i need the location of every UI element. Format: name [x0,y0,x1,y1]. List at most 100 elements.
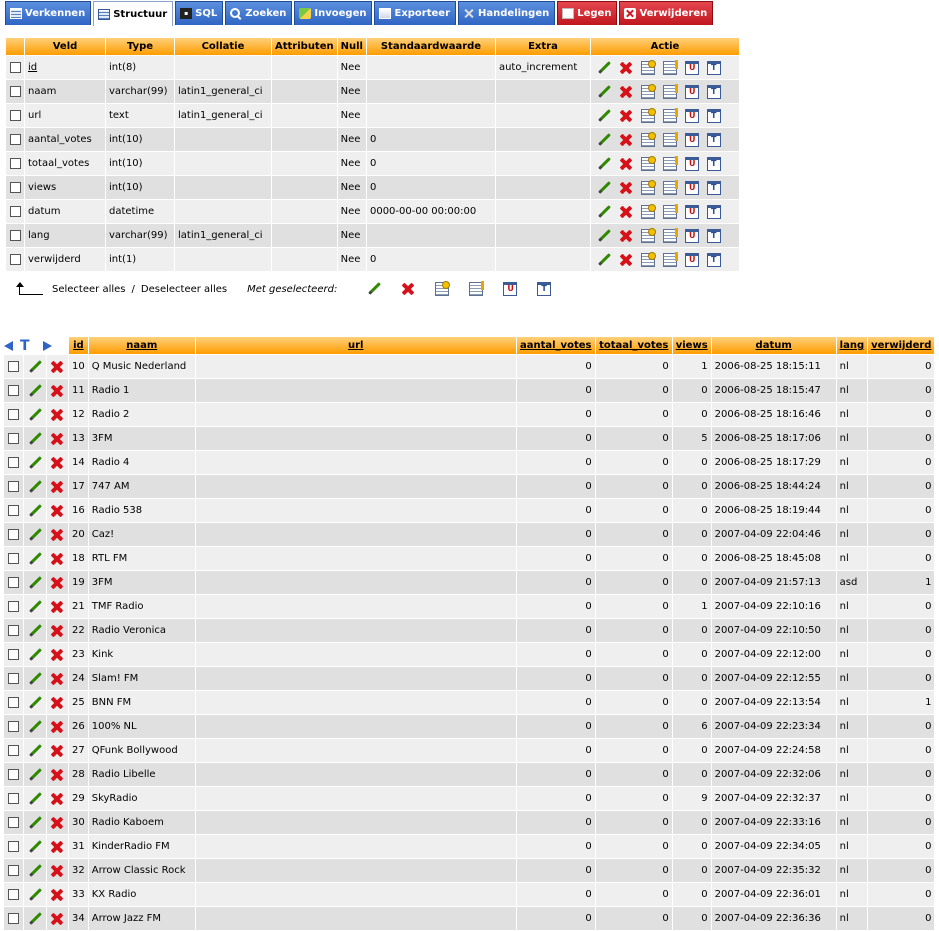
primary-key-icon[interactable] [640,251,656,267]
row-checkbox[interactable] [8,912,20,924]
fulltext-icon[interactable] [706,180,721,195]
index-icon[interactable] [662,203,678,219]
row-checkbox[interactable] [8,816,20,828]
row-checkbox[interactable] [8,744,20,756]
delete-icon[interactable] [50,600,64,614]
header-datum[interactable]: datum [711,337,836,354]
row-checkbox[interactable] [9,157,21,169]
edit-icon[interactable] [28,840,42,854]
edit-icon[interactable] [28,504,42,518]
row-checkbox[interactable] [9,253,21,265]
row-checkbox[interactable] [8,672,20,684]
index-icon[interactable] [662,251,678,267]
row-checkbox[interactable] [8,792,20,804]
row-checkbox[interactable] [8,624,20,636]
delete-icon[interactable] [50,696,64,710]
row-checkbox[interactable] [8,432,20,444]
edit-icon[interactable] [28,816,42,830]
row-checkbox[interactable] [9,133,21,145]
row-checkbox[interactable] [9,181,21,193]
edit-icon[interactable] [28,864,42,878]
index-icon[interactable] [662,155,678,171]
row-checkbox[interactable] [8,648,20,660]
delete-icon[interactable] [50,816,64,830]
edit-icon[interactable] [28,480,42,494]
fulltext-icon[interactable] [706,132,721,147]
deselect-all-link[interactable]: Deselecteer alles [141,284,227,295]
delete-selected-icon[interactable] [401,282,415,296]
delete-icon[interactable] [50,624,64,638]
index-selected-icon[interactable] [469,281,485,296]
unique-icon[interactable] [684,84,699,99]
index-icon[interactable] [662,227,678,243]
primary-key-icon[interactable] [640,83,656,99]
delete-icon[interactable] [50,720,64,734]
delete-icon[interactable] [50,792,64,806]
row-checkbox[interactable] [8,384,20,396]
edit-icon[interactable] [597,229,611,243]
edit-icon[interactable] [597,181,611,195]
edit-icon[interactable] [597,133,611,147]
sort-id-link[interactable]: id [73,340,84,351]
fulltext-icon[interactable] [706,84,721,99]
index-icon[interactable] [662,131,678,147]
edit-icon[interactable] [28,696,42,710]
delete-icon[interactable] [50,648,64,662]
delete-icon[interactable] [50,408,64,422]
edit-icon[interactable] [28,720,42,734]
tab-zoeken[interactable]: Zoeken [225,1,293,25]
edit-icon[interactable] [597,109,611,123]
edit-icon[interactable] [28,600,42,614]
row-checkbox[interactable] [8,600,20,612]
sort-naam-link[interactable]: naam [126,340,157,351]
delete-icon[interactable] [50,888,64,902]
show-hide-arrows-icon[interactable]: T [4,338,52,354]
row-checkbox[interactable] [9,61,21,73]
header-id[interactable]: id [69,337,88,354]
sort-views-link[interactable]: views [676,340,708,351]
delete-icon[interactable] [619,253,633,267]
edit-icon[interactable] [28,360,42,374]
row-checkbox[interactable] [9,85,21,97]
row-checkbox[interactable] [8,528,20,540]
delete-icon[interactable] [50,672,64,686]
unique-icon[interactable] [684,60,699,75]
edit-selected-icon[interactable] [367,282,381,296]
delete-icon[interactable] [50,432,64,446]
delete-icon[interactable] [50,912,64,926]
fulltext-icon[interactable] [706,228,721,243]
row-checkbox[interactable] [8,720,20,732]
row-checkbox[interactable] [9,109,21,121]
delete-icon[interactable] [50,456,64,470]
sort-url-link[interactable]: url [348,340,363,351]
delete-icon[interactable] [50,528,64,542]
primary-key-icon[interactable] [640,203,656,219]
sort-aantal-votes-link[interactable]: aantal_votes [520,340,591,351]
tab-legen[interactable]: Legen [557,1,618,25]
unique-icon[interactable] [684,132,699,147]
unique-icon[interactable] [684,108,699,123]
index-icon[interactable] [662,107,678,123]
delete-icon[interactable] [50,552,64,566]
primary-key-icon[interactable] [640,131,656,147]
edit-icon[interactable] [28,456,42,470]
sort-totaal-votes-link[interactable]: totaal_votes [599,340,668,351]
row-checkbox[interactable] [8,864,20,876]
row-checkbox[interactable] [8,768,20,780]
row-checkbox[interactable] [9,229,21,241]
delete-icon[interactable] [619,181,633,195]
edit-icon[interactable] [597,205,611,219]
tab-invoegen[interactable]: Invoegen [294,1,373,25]
header-totaal-votes[interactable]: totaal_votes [595,337,672,354]
edit-icon[interactable] [28,432,42,446]
row-checkbox[interactable] [9,205,21,217]
edit-icon[interactable] [597,61,611,75]
delete-icon[interactable] [619,61,633,75]
tab-handelingen[interactable]: Handelingen [458,1,556,25]
delete-icon[interactable] [619,109,633,123]
row-checkbox[interactable] [8,576,20,588]
delete-icon[interactable] [619,205,633,219]
row-checkbox[interactable] [8,840,20,852]
index-icon[interactable] [662,83,678,99]
edit-icon[interactable] [28,912,42,926]
